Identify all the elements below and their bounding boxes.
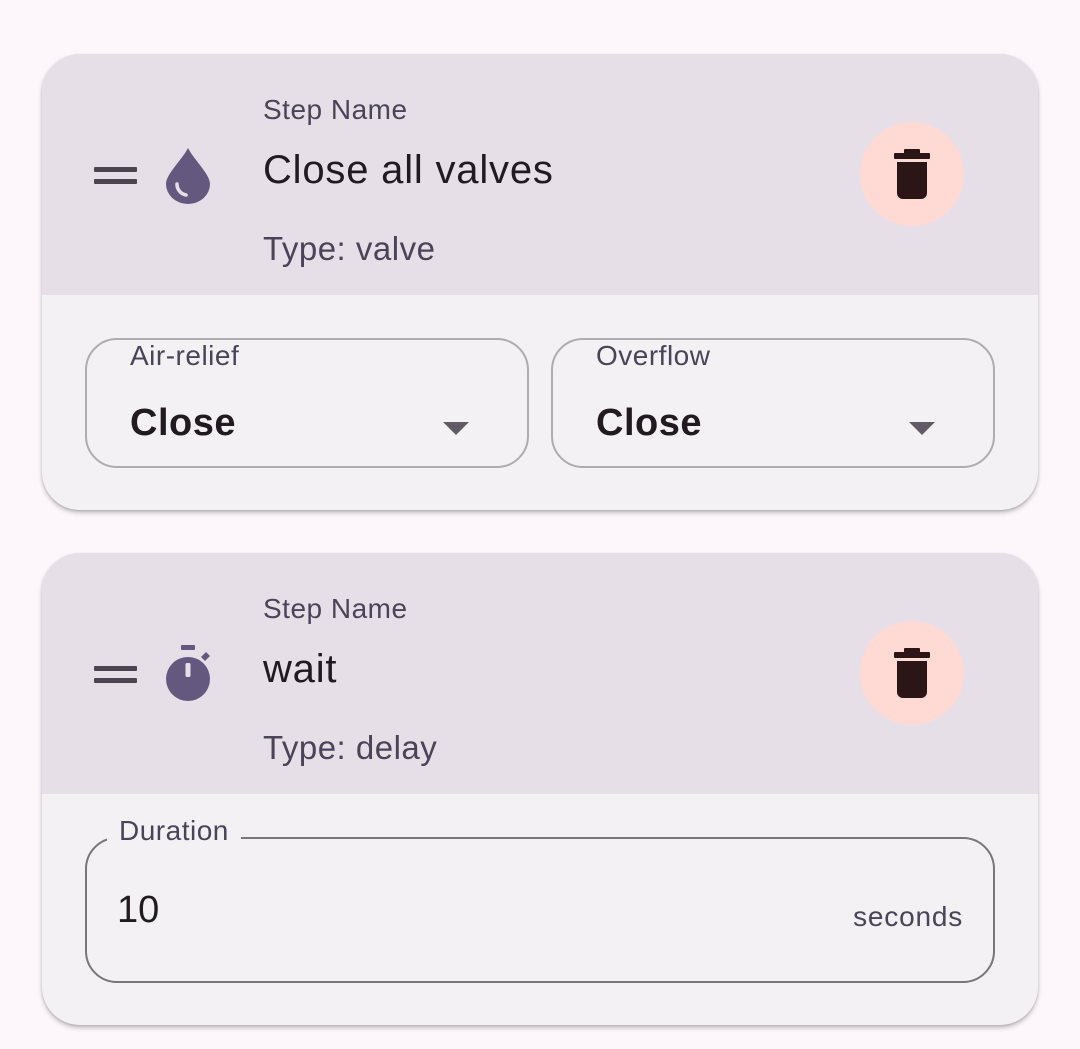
duration-label: Duration — [107, 815, 241, 847]
stopwatch-icon — [166, 645, 210, 701]
step-type-text: Type: valve — [263, 230, 436, 267]
overflow-dropdown[interactable]: Overflow Close — [551, 338, 995, 468]
delete-step-button[interactable] — [860, 621, 964, 725]
dropdown-label: Overflow — [596, 340, 711, 371]
step-card-valve: Step Name Close all valves Type: valve A… — [42, 54, 1038, 510]
duration-value[interactable]: 10 — [117, 889, 159, 932]
dropdown-value: Close — [130, 402, 236, 444]
step-type-text: Type: delay — [263, 729, 438, 766]
step-card-header: Step Name wait Type: delay — [42, 553, 1038, 794]
duration-suffix: seconds — [853, 901, 963, 932]
step-card-header: Step Name Close all valves Type: valve — [42, 54, 1038, 295]
air-relief-dropdown[interactable]: Air-relief Close — [85, 338, 529, 468]
step-card-delay: Step Name wait Type: delay Duration 10 s… — [42, 553, 1038, 1025]
water-drop-icon — [166, 148, 210, 204]
duration-field[interactable]: Duration 10 seconds — [85, 815, 995, 983]
dropdown-value: Close — [596, 402, 702, 444]
step-name-label: Step Name — [263, 94, 408, 125]
drag-handle-icon[interactable] — [94, 167, 137, 184]
dropdown-label: Air-relief — [130, 340, 240, 371]
trash-icon — [894, 648, 930, 698]
step-name-value[interactable]: wait — [263, 647, 337, 692]
caret-down-icon — [443, 422, 469, 435]
trash-icon — [894, 149, 930, 199]
step-name-label: Step Name — [263, 593, 408, 624]
delete-step-button[interactable] — [860, 122, 964, 226]
drag-handle-icon[interactable] — [94, 666, 137, 683]
step-name-value[interactable]: Close all valves — [263, 148, 554, 193]
caret-down-icon — [909, 422, 935, 435]
